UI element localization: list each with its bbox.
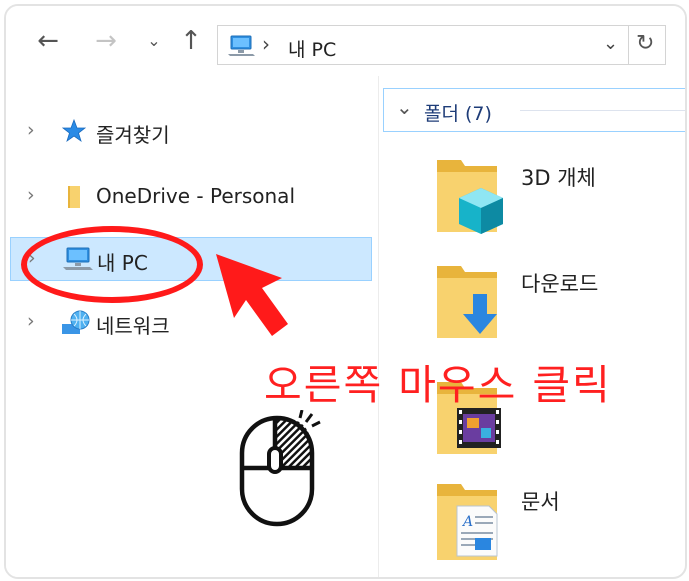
content-pane: ⌄ 폴더 (7) 3D 개체 다운로드 A 문서 <box>379 76 685 577</box>
up-button[interactable]: ↑ <box>176 26 206 56</box>
folder-label: 문서 <box>521 490 560 514</box>
navigation-pane: › 즐겨찾기 › OneDrive - Personal › 내 PC › 네트… <box>6 76 378 577</box>
nav-item-label: 네트워크 <box>96 314 170 338</box>
recent-locations-button[interactable]: ⌄ <box>139 26 169 56</box>
expand-chevron-icon[interactable]: › <box>27 119 35 141</box>
group-label: 폴더 (7) <box>424 103 492 125</box>
highlight-ellipse <box>21 226 203 303</box>
back-button[interactable]: ← <box>33 26 63 56</box>
address-divider <box>628 26 629 64</box>
collapse-chevron-icon[interactable]: ⌄ <box>396 95 413 119</box>
nav-item-network[interactable]: › 네트워크 <box>10 301 372 345</box>
folder-downloads[interactable]: 다운로드 <box>431 258 681 348</box>
refresh-icon[interactable]: ↻ <box>636 31 654 56</box>
documents-folder-icon: A <box>437 484 498 560</box>
mouse-right-click-icon <box>239 410 321 527</box>
folder-documents[interactable]: A 문서 <box>431 476 681 566</box>
nav-item-onedrive[interactable]: › OneDrive - Personal <box>10 175 372 219</box>
folder-icon <box>62 184 86 214</box>
3d-objects-folder-icon <box>437 160 503 234</box>
nav-item-label: OneDrive - Personal <box>96 184 295 208</box>
forward-arrow-icon: → <box>95 26 117 56</box>
group-divider-line <box>520 110 685 111</box>
address-bar[interactable]: › 내 PC ⌄ ↻ <box>217 25 666 65</box>
breadcrumb-chevron-icon: › <box>262 32 270 56</box>
expand-chevron-icon[interactable]: › <box>27 310 35 332</box>
folder-label: 다운로드 <box>521 272 599 296</box>
folder-label: 3D 개체 <box>521 166 596 190</box>
navigation-toolbar: ← → ⌄ ↑ › 내 PC ⌄ ↻ <box>6 6 685 76</box>
red-pointer-arrow-icon <box>216 254 288 336</box>
svg-text:A: A <box>461 514 473 530</box>
address-path[interactable]: 내 PC <box>288 35 336 62</box>
star-icon <box>61 118 87 147</box>
up-arrow-icon: ↑ <box>180 26 202 56</box>
explorer-window: ← → ⌄ ↑ › 내 PC ⌄ ↻ › 즐겨찾기 › OneDrive - P… <box>4 4 687 579</box>
chevron-down-icon[interactable]: ⌄ <box>603 33 618 54</box>
downloads-folder-icon <box>437 266 497 338</box>
nav-item-label: 즐겨찾기 <box>96 123 170 147</box>
back-arrow-icon: ← <box>37 26 59 56</box>
nav-item-favorites[interactable]: › 즐겨찾기 <box>10 110 372 154</box>
folder-3d-objects[interactable]: 3D 개체 <box>431 152 681 242</box>
forward-button[interactable]: → <box>91 26 121 56</box>
network-icon <box>62 310 92 340</box>
recent-locations-chevron-icon: ⌄ <box>147 31 161 50</box>
folders-group-header[interactable]: ⌄ 폴더 (7) <box>383 88 685 132</box>
right-click-callout: 오른쪽 마우스 클릭 <box>264 361 612 409</box>
computer-icon <box>228 35 256 61</box>
expand-chevron-icon[interactable]: › <box>27 184 35 206</box>
